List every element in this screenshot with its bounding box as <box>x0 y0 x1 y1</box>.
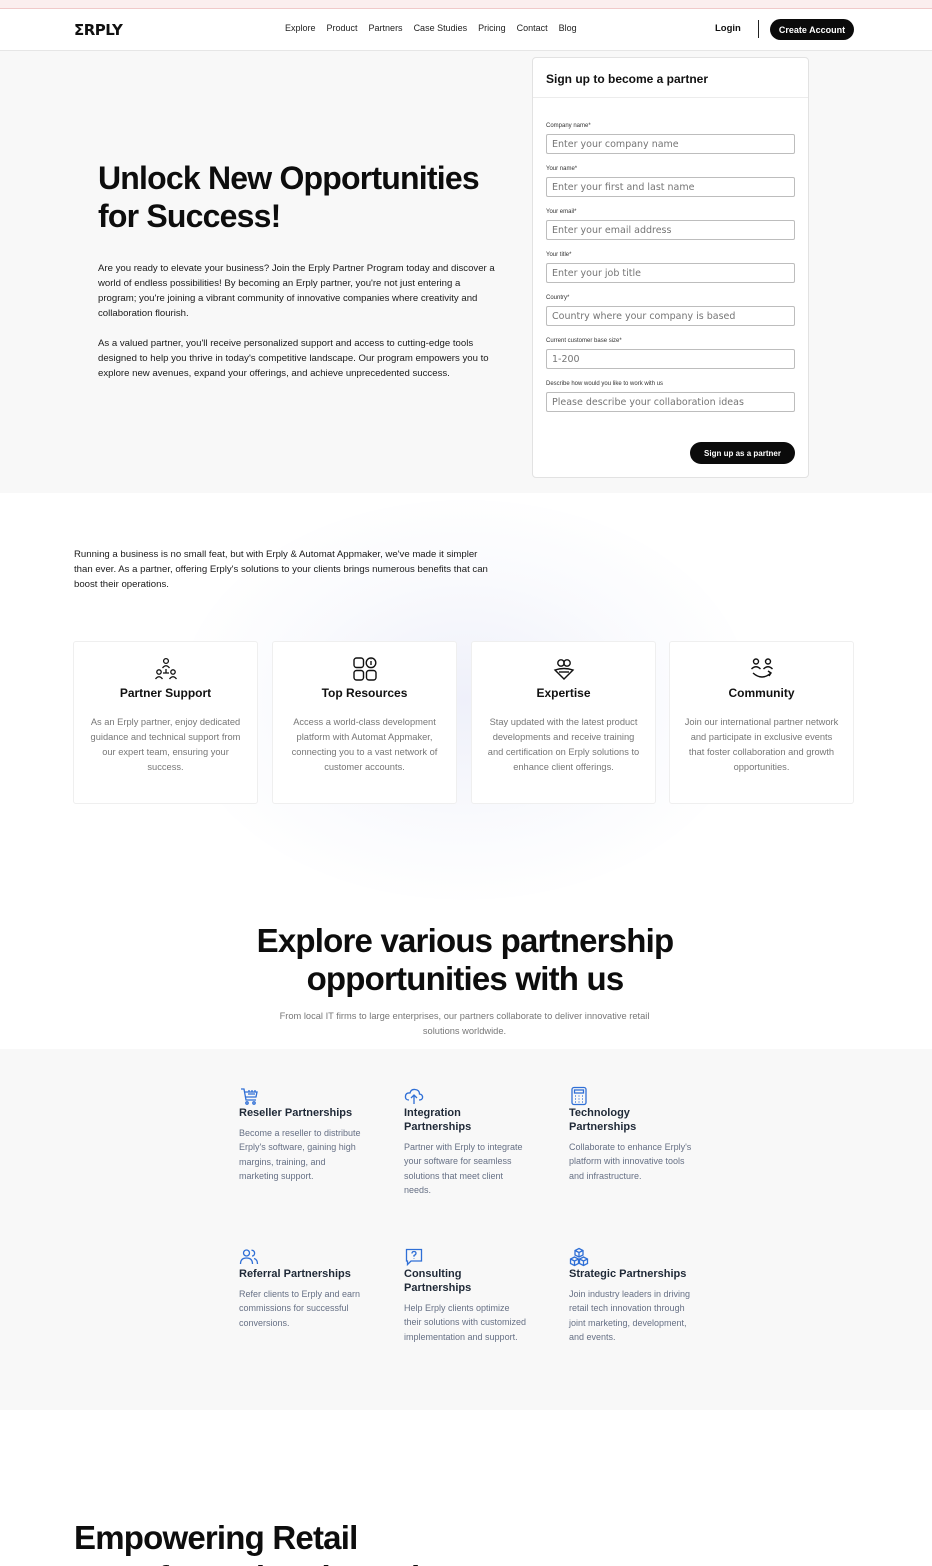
explore-title: Explore various partnership opportunitie… <box>256 922 675 997</box>
expertise-icon <box>472 656 655 682</box>
erply-logo[interactable]: ΣRPLY <box>74 21 123 39</box>
cart-icon <box>239 1086 364 1106</box>
partnership-title: Strategic Partnerships <box>569 1268 687 1280</box>
country-label: Country* <box>546 295 570 301</box>
main-nav: Explore Product Partners Case Studies Pr… <box>285 23 577 33</box>
feature-card-top-resources: Top Resources Access a world-class devel… <box>272 641 457 804</box>
login-link[interactable]: Login <box>715 23 741 34</box>
country-input[interactable] <box>546 306 795 326</box>
hero-title: Unlock New Opportunities for Success! <box>98 160 480 234</box>
sign-up-partner-button[interactable]: Sign up as a partner <box>690 442 795 464</box>
feature-title: Community <box>728 686 795 700</box>
partnership-title: Consulting Partnerships <box>404 1268 472 1294</box>
hero-paragraph-2: As a valued partner, you'll receive pers… <box>98 338 489 379</box>
navbar: ΣRPLY Explore Product Partners Case Stud… <box>0 9 932 51</box>
feature-description: Stay updated with the latest product dev… <box>487 717 640 772</box>
feature-title: Partner Support <box>119 686 212 700</box>
feature-title: Top Resources <box>321 686 408 700</box>
nav-divider <box>758 20 759 38</box>
nav-link-partners[interactable]: Partners <box>369 23 403 33</box>
email-label: Your email* <box>546 209 577 215</box>
customer-base-input[interactable] <box>546 349 795 369</box>
collaboration-label: Describe how would you like to work with… <box>546 381 664 387</box>
partnership-title: Reseller Partnerships <box>239 1107 353 1119</box>
users-icon <box>239 1247 364 1267</box>
partnership-description: Partner with Erply to integrate your sof… <box>404 1142 523 1196</box>
calculator-icon <box>569 1086 694 1106</box>
job-title-label: Your title* <box>546 252 572 258</box>
partnership-title: Technology Partnerships <box>569 1107 637 1133</box>
feature-card-expertise: Expertise Stay updated with the latest p… <box>471 641 656 804</box>
nav-link-case-studies[interactable]: Case Studies <box>414 23 468 33</box>
nav-link-product[interactable]: Product <box>327 23 358 33</box>
feature-title: Expertise <box>536 686 591 700</box>
explore-subtitle: From local IT firms to large enterprises… <box>279 1011 650 1036</box>
partnership-description: Refer clients to Erply and earn commissi… <box>239 1289 361 1328</box>
benefits-intro: Running a business is no small feat, but… <box>74 549 488 590</box>
nav-link-explore[interactable]: Explore <box>285 23 316 33</box>
cubes-icon <box>569 1247 694 1267</box>
feature-card-community: Community Join our international partner… <box>669 641 854 804</box>
company-name-label: Company name* <box>546 123 591 129</box>
collaboration-input[interactable] <box>546 392 795 412</box>
cloud-upload-icon <box>404 1086 529 1106</box>
empowering-title: Empowering Retail Transformation through <box>74 1519 431 1566</box>
form-divider <box>533 97 808 98</box>
email-input[interactable] <box>546 220 795 240</box>
create-account-button[interactable]: Create Account <box>770 19 854 40</box>
partner-support-icon <box>74 656 257 682</box>
partnership-item-strategic: Strategic Partnerships Join industry lea… <box>569 1247 694 1345</box>
nav-link-blog[interactable]: Blog <box>559 23 577 33</box>
partnership-description: Join industry leaders in driving retail … <box>569 1289 691 1343</box>
partnership-item-technology: Technology Partnerships Collaborate to e… <box>569 1086 694 1183</box>
job-title-input[interactable] <box>546 263 795 283</box>
question-chat-icon <box>404 1247 529 1267</box>
company-name-input[interactable] <box>546 134 795 154</box>
partnership-description: Help Erply clients optimize their soluti… <box>404 1303 527 1342</box>
feature-description: Access a world-class development platfor… <box>291 717 438 772</box>
your-name-label: Your name* <box>546 166 578 172</box>
feature-description: As an Erply partner, enjoy dedicated gui… <box>90 717 241 772</box>
partnership-item-integration: Integration Partnerships Partner with Er… <box>404 1086 529 1198</box>
partnership-title: Referral Partnerships <box>239 1268 351 1280</box>
form-title: Sign up to become a partner <box>546 72 709 86</box>
top-announcement-strip <box>0 0 932 9</box>
community-icon <box>670 656 853 682</box>
partnership-item-consulting: Consulting Partnerships Help Erply clien… <box>404 1247 529 1344</box>
partnership-item-reseller: Reseller Partnerships Become a reseller … <box>239 1086 364 1184</box>
partner-signup-form: Sign up to become a partner Company name… <box>532 57 809 478</box>
your-name-input[interactable] <box>546 177 795 197</box>
hero-paragraph-1: Are you ready to elevate your business? … <box>98 263 495 319</box>
feature-description: Join our international partner network a… <box>684 717 839 772</box>
feature-card-partner-support: Partner Support As an Erply partner, enj… <box>73 641 258 804</box>
partnership-description: Collaborate to enhance Erply's platform … <box>569 1142 692 1181</box>
resources-icon <box>273 656 456 682</box>
nav-link-contact[interactable]: Contact <box>517 23 548 33</box>
partnership-description: Become a reseller to distribute Erply's … <box>239 1128 361 1182</box>
partnership-title: Integration Partnerships <box>404 1107 472 1133</box>
customer-base-label: Current customer base size* <box>546 338 622 344</box>
nav-link-pricing[interactable]: Pricing <box>478 23 506 33</box>
partnership-item-referral: Referral Partnerships Refer clients to E… <box>239 1247 364 1330</box>
